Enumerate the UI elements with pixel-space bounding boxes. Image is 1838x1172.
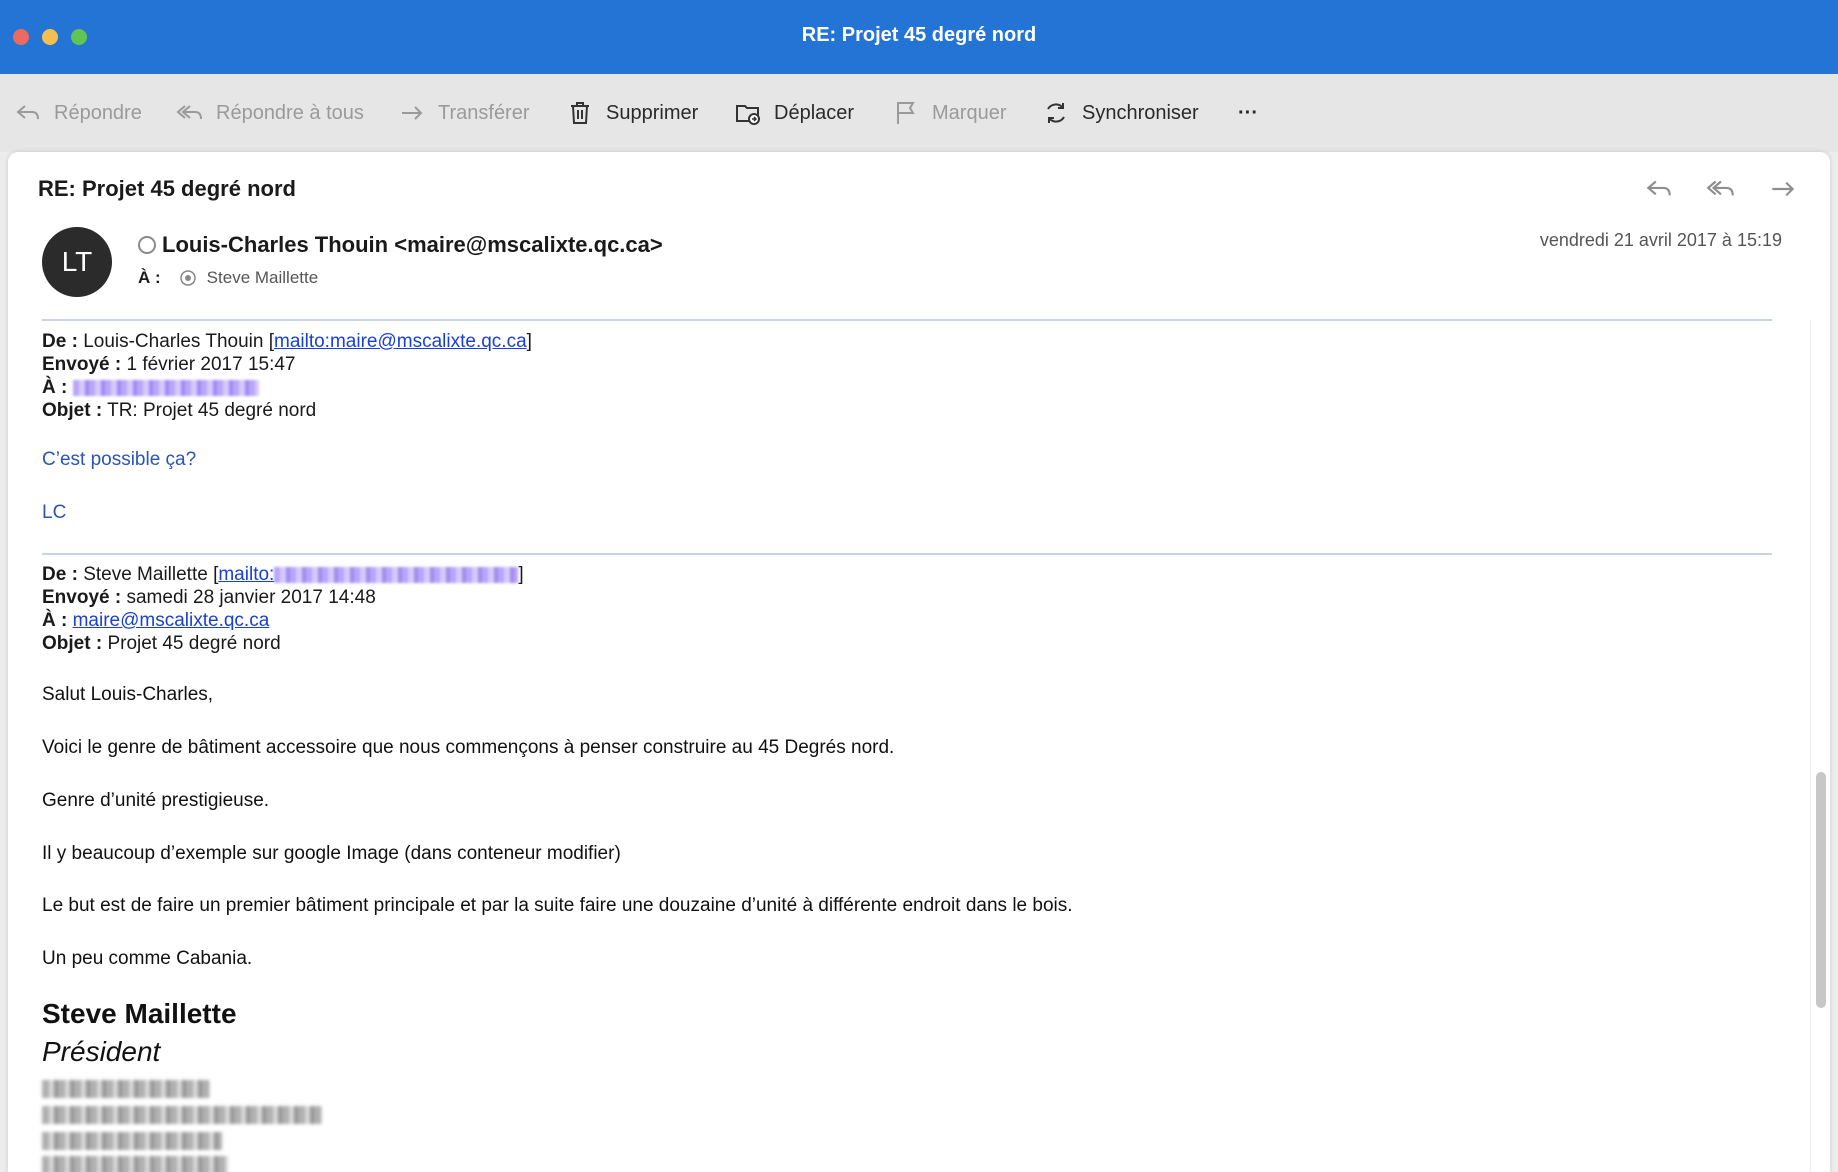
delete-label: Supprimer — [606, 101, 699, 124]
redacted-email — [72, 379, 259, 396]
quote2-to-link[interactable]: maire@mscalixte.qc.ca — [73, 610, 270, 631]
body-paragraph: Voici le genre de bâtiment accessoire qu… — [42, 737, 895, 758]
sync-icon — [1047, 103, 1065, 123]
sync-button[interactable]: Synchroniser — [1042, 98, 1199, 128]
quote-divider — [42, 553, 1772, 555]
body-paragraph: Le but est de faire un premier bâtiment … — [42, 895, 1073, 916]
quote1-line2: LC — [42, 502, 67, 523]
reply-label: Répondre — [54, 101, 142, 124]
avatar[interactable]: LT — [42, 227, 112, 297]
quote2-to: À : maire@mscalixte.qc.ca — [42, 610, 270, 631]
quote2-sent: Envoyé : samedi 28 janvier 2017 14:48 — [42, 587, 376, 608]
quote1-subject: Objet : TR: Projet 45 degré nord — [42, 400, 317, 421]
forward-icon — [402, 106, 423, 120]
quote1-line1: C’est possible ça? — [42, 449, 197, 470]
reply-all-icon[interactable] — [1706, 174, 1736, 204]
to-label: À : — [138, 268, 161, 287]
quote1-to: À : — [42, 376, 259, 399]
signature-name: Steve Maillette — [42, 998, 237, 1029]
sender[interactable]: Louis-Charles Thouin <maire@mscalixte.qc… — [138, 232, 663, 258]
move-button[interactable]: Déplacer — [734, 98, 854, 128]
recipient-name[interactable]: Steve Maillette — [207, 268, 319, 288]
message-actions — [1644, 174, 1798, 204]
signature-title: Président — [42, 1036, 161, 1067]
redacted-signature-line — [42, 1080, 210, 1098]
reply-button[interactable]: Répondre — [14, 98, 142, 128]
delete-button[interactable]: Supprimer — [566, 98, 698, 128]
forward-button[interactable]: Transférer — [398, 98, 530, 128]
body-paragraph: Il y beaucoup d’exemple sur google Image… — [42, 843, 621, 864]
sender-name: Louis-Charles Thouin <maire@mscalixte.qc… — [162, 232, 663, 257]
body-paragraph: Genre d’unité prestigieuse. — [42, 790, 270, 811]
presence-status-icon — [138, 236, 156, 254]
reply-all-icon — [176, 105, 202, 120]
sync-label: Synchroniser — [1082, 101, 1199, 124]
flag-label: Marquer — [932, 101, 1007, 124]
quote1-sent: Envoyé : 1 février 2017 15:47 — [42, 354, 296, 375]
move-folder-icon — [736, 105, 760, 125]
title-bar: RE: Projet 45 degré nord — [0, 0, 1838, 74]
scroll-track — [1810, 320, 1830, 1172]
reply-icon[interactable] — [1644, 174, 1674, 204]
redacted-email — [274, 566, 519, 583]
quote1-from: De : Louis-Charles Thouin [mailto:maire@… — [42, 331, 532, 352]
flag-button[interactable]: Marquer — [892, 98, 1006, 128]
forward-icon[interactable] — [1768, 174, 1798, 204]
reply-all-button[interactable]: Répondre à tous — [176, 98, 364, 128]
message-subject: RE: Projet 45 degré nord — [38, 176, 296, 201]
body-greeting: Salut Louis-Charles, — [42, 684, 214, 705]
recipient-status-icon — [179, 270, 196, 286]
redacted-signature-line — [42, 1132, 222, 1150]
reading-pane: RE: Projet 45 degré nord LT Louis-Charle… — [8, 152, 1830, 1172]
more-icon: ··· — [1238, 101, 1258, 124]
reply-icon — [16, 105, 39, 120]
reply-all-label: Répondre à tous — [216, 101, 364, 124]
quote2-from-link[interactable]: mailto: — [218, 564, 274, 585]
move-label: Déplacer — [774, 101, 855, 124]
quote2-subject: Objet : Projet 45 degré nord — [42, 633, 281, 654]
recipient-line: À : Steve Maillette — [138, 268, 318, 288]
redacted-signature-line — [42, 1106, 322, 1124]
body-paragraph: Un peu comme Cabania. — [42, 948, 253, 969]
flag-icon — [897, 102, 915, 124]
message-date: vendredi 21 avril 2017 à 15:19 — [1539, 230, 1782, 250]
forward-label: Transférer — [438, 101, 530, 124]
scrollbar[interactable] — [1816, 772, 1826, 1008]
window-title: RE: Projet 45 degré nord — [801, 24, 1037, 46]
more-button[interactable]: ··· — [1238, 98, 1258, 128]
toolbar: Répondre Répondre à tous Transférer Supp… — [0, 74, 1838, 152]
redacted-signature-line — [42, 1156, 228, 1172]
quote1-from-link[interactable]: mailto:maire@mscalixte.qc.ca — [274, 331, 527, 352]
quote-divider — [42, 319, 1772, 321]
trash-icon — [571, 102, 589, 124]
quote2-from: De : Steve Maillette [mailto:] — [42, 564, 524, 585]
